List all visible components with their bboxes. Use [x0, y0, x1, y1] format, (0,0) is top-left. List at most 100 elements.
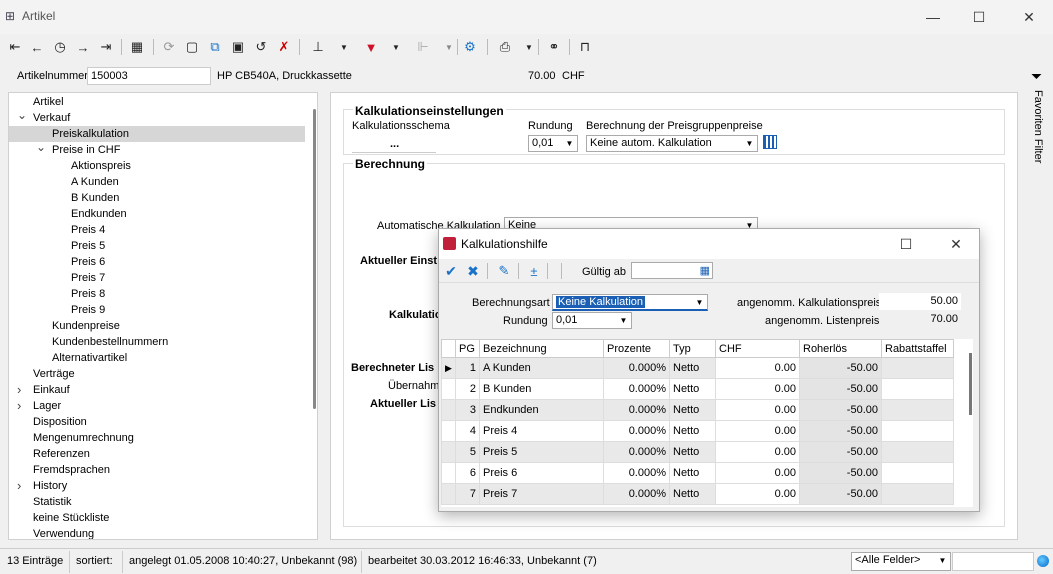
filter-icon[interactable]: ▼ — [362, 38, 380, 56]
cell-typ[interactable]: Netto — [669, 399, 716, 421]
cell-chf[interactable]: 0.00 — [715, 483, 800, 505]
cell-bezeichnung[interactable]: Preis 6 — [479, 462, 604, 484]
tree-dropdown-icon[interactable]: ▼ — [440, 38, 458, 56]
article-number-input[interactable]: 150003 — [87, 67, 211, 85]
col-typ[interactable]: Typ — [669, 339, 716, 358]
cell-bezeichnung[interactable]: Preis 5 — [479, 441, 604, 463]
cell-rabattstaffel[interactable] — [881, 483, 954, 505]
filter-dropdown-icon[interactable]: ▼ — [387, 38, 405, 56]
chevron-right-icon[interactable]: › — [17, 382, 21, 397]
table-row[interactable]: 2B Kunden 0.000% Netto 0.00 -50.00 — [441, 378, 954, 400]
tree-icon[interactable]: ⊩ — [414, 38, 432, 56]
cell-rabattstaffel[interactable] — [881, 378, 954, 400]
cell-roherloes[interactable]: -50.00 — [799, 483, 882, 505]
save-icon[interactable]: ▣ — [229, 38, 247, 56]
tree-item[interactable]: Preiskalkulation — [9, 126, 305, 142]
cell-roherloes[interactable]: -50.00 — [799, 420, 882, 442]
cell-prozente[interactable]: 0.000% — [603, 420, 670, 442]
table-row[interactable]: ▶ 1 A Kunden 0.000% Netto 0.00 -50.00 — [441, 357, 954, 379]
print-icon[interactable]: ⎙ — [496, 38, 514, 56]
history-icon[interactable]: ◷ — [51, 38, 69, 56]
cell-chf[interactable]: 0.00 — [715, 378, 800, 400]
cell-roherloes[interactable]: -50.00 — [799, 378, 882, 400]
funnel-icon[interactable]: ⏷ — [1031, 68, 1042, 85]
tree-item[interactable]: Kundenbestellnummern — [52, 334, 168, 350]
cell-pg[interactable]: 7 — [455, 483, 480, 505]
cell-roherloes[interactable]: -50.00 — [799, 462, 882, 484]
col-prozente[interactable]: Prozente — [603, 339, 670, 358]
tree-item[interactable]: Verkauf — [33, 110, 70, 126]
cell-pg[interactable]: 3 — [455, 399, 480, 421]
cell-prozente[interactable]: 0.000% — [603, 399, 670, 421]
new-icon[interactable]: ▢ — [183, 38, 201, 56]
gueltig-input[interactable]: ▦ — [631, 262, 713, 279]
maximize-button[interactable]: ☐ — [964, 6, 994, 28]
tree-item[interactable]: Mengenumrechnung — [33, 430, 134, 446]
col-rabattstaffel[interactable]: Rabattstaffel — [881, 339, 954, 358]
table-row[interactable]: 7 Preis 7 0.000% Netto 0.00 -50.00 — [441, 483, 954, 505]
table-view-icon[interactable]: ▦ — [128, 38, 146, 56]
first-record-icon[interactable]: ⇤ — [6, 38, 24, 56]
chevron-right-icon[interactable]: › — [17, 478, 21, 493]
tree-item[interactable]: Endkunden — [71, 206, 127, 222]
cell-rabattstaffel[interactable] — [881, 357, 954, 379]
previous-record-icon[interactable]: ← — [28, 38, 46, 56]
cell-typ[interactable]: Netto — [669, 441, 716, 463]
cell-pg[interactable]: 5 — [455, 441, 480, 463]
cell-bezeichnung[interactable]: Preis 4 — [479, 420, 604, 442]
dialog-rundung-select[interactable]: 0,01 ▼ — [552, 312, 632, 329]
next-record-icon[interactable]: → — [74, 38, 92, 56]
cell-prozente[interactable]: 0.000% — [603, 378, 670, 400]
tree-scrollbar[interactable] — [313, 109, 316, 409]
table-row[interactable]: 6 Preis 6 0.000% Netto 0.00 -50.00 — [441, 462, 954, 484]
chevron-down-icon[interactable]: ⌄ — [17, 108, 27, 122]
col-chf[interactable]: CHF — [715, 339, 800, 358]
tree-item[interactable]: Preis 7 — [71, 270, 105, 286]
tree-item[interactable]: Aktionspreis — [71, 158, 131, 174]
cell-roherloes[interactable]: -50.00 — [799, 357, 882, 379]
cell-rabattstaffel[interactable] — [881, 462, 954, 484]
kalkpreis-field[interactable]: 50.00 — [879, 293, 961, 310]
cell-bezeichnung[interactable]: B Kunden — [479, 378, 604, 400]
cell-bezeichnung[interactable]: Endkunden — [479, 399, 604, 421]
brush-icon[interactable]: ✎ — [495, 262, 513, 280]
copy-icon[interactable]: ⧉ — [206, 38, 224, 56]
table-row[interactable]: 5 Preis 5 0.000% Netto 0.00 -50.00 — [441, 441, 954, 463]
col-roherloes[interactable]: Roherlös — [799, 339, 882, 358]
pin-dropdown-icon[interactable]: ▼ — [335, 38, 353, 56]
confirm-icon[interactable]: ✔ — [442, 262, 460, 280]
last-record-icon[interactable]: ⇥ — [97, 38, 115, 56]
cell-prozente[interactable]: 0.000% — [603, 357, 670, 379]
minimize-button[interactable]: — — [918, 6, 948, 28]
chevron-down-icon[interactable]: ⌄ — [36, 140, 46, 154]
cell-typ[interactable]: Netto — [669, 420, 716, 442]
cell-chf[interactable]: 0.00 — [715, 399, 800, 421]
refresh-icon[interactable]: ⟳ — [160, 38, 178, 56]
tree-item[interactable]: Preis 8 — [71, 286, 105, 302]
cell-prozente[interactable]: 0.000% — [603, 483, 670, 505]
close-view-icon[interactable]: ⊓ — [576, 38, 594, 56]
tree-item[interactable]: Disposition — [33, 414, 87, 430]
tree-item[interactable]: B Kunden — [71, 190, 119, 206]
tree-item[interactable]: Preis 5 — [71, 238, 105, 254]
link-icon[interactable]: ⚭ — [545, 38, 563, 56]
cell-rabattstaffel[interactable] — [881, 441, 954, 463]
calendar-icon[interactable]: ▦ — [700, 264, 710, 277]
cell-rabattstaffel[interactable] — [881, 399, 954, 421]
dialog-maximize-button[interactable]: ☐ — [891, 233, 921, 255]
grid-scrollbar[interactable] — [969, 353, 972, 415]
undo-icon[interactable]: ↺ — [252, 38, 270, 56]
tree-item[interactable]: Preis 4 — [71, 222, 105, 238]
dialog-close-button[interactable]: ✕ — [941, 233, 971, 255]
cell-prozente[interactable]: 0.000% — [603, 441, 670, 463]
row-indicator[interactable] — [441, 399, 456, 421]
cell-bezeichnung[interactable]: A Kunden — [479, 357, 604, 379]
globe-icon[interactable] — [1037, 555, 1049, 567]
cell-typ[interactable]: Netto — [669, 378, 716, 400]
tree-item[interactable]: Preis 9 — [71, 302, 105, 318]
tree-item[interactable]: Kundenpreise — [52, 318, 120, 334]
print-dropdown-icon[interactable]: ▼ — [520, 38, 538, 56]
tree-item[interactable]: Verwendung — [33, 526, 94, 539]
tree-item[interactable]: Alternativartikel — [52, 350, 127, 366]
add-row-icon[interactable]: ± — [525, 262, 543, 280]
